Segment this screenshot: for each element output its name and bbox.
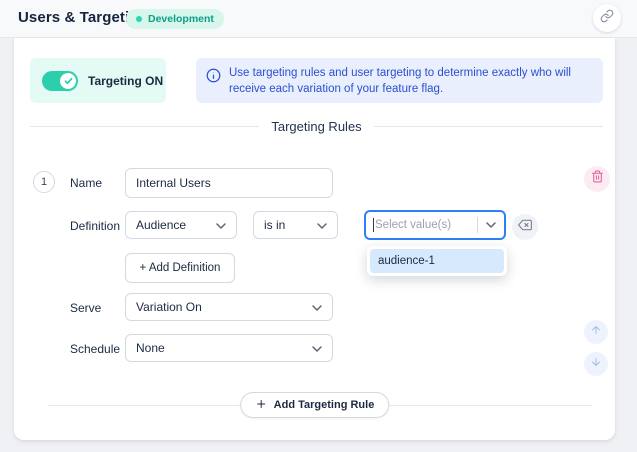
targeting-card: Targeting ON Use targeting rules and use…	[14, 38, 615, 440]
plus-icon	[255, 398, 267, 413]
environment-badge: Development	[126, 9, 224, 29]
move-rule-down-button[interactable]	[584, 352, 608, 376]
copy-link-button[interactable]	[593, 4, 621, 32]
values-dropdown-panel: audience-1	[367, 246, 507, 276]
toggle-knob	[60, 73, 76, 89]
status-dot-icon	[136, 16, 142, 22]
schedule-select[interactable]: None	[125, 334, 333, 362]
attribute-select[interactable]: Audience	[125, 211, 237, 239]
values-multiselect[interactable]: Select value(s)	[364, 210, 506, 240]
info-icon	[206, 68, 221, 96]
rule-name-input[interactable]	[125, 168, 333, 198]
arrow-down-icon	[590, 355, 602, 373]
name-field-label: Name	[70, 176, 102, 190]
targeting-toggle-label: Targeting ON	[88, 74, 163, 88]
serve-select[interactable]: Variation On	[125, 293, 333, 321]
chevron-down-icon	[216, 218, 226, 232]
backspace-clear-icon	[518, 218, 532, 237]
values-placeholder: Select value(s)	[374, 219, 477, 231]
targeting-toggle[interactable]	[42, 71, 78, 91]
arrow-up-icon	[590, 323, 602, 341]
check-icon	[64, 72, 73, 90]
link-icon	[600, 9, 614, 28]
schedule-field-label: Schedule	[70, 342, 120, 356]
dropdown-option-audience-1[interactable]: audience-1	[370, 249, 504, 273]
chevron-down-icon[interactable]	[478, 222, 504, 228]
definition-field-label: Definition	[70, 219, 120, 233]
operator-select-value: is in	[264, 218, 285, 232]
chevron-down-icon	[312, 300, 322, 314]
serve-select-value: Variation On	[136, 300, 202, 314]
info-banner-text: Use targeting rules and user targeting t…	[229, 65, 589, 96]
serve-field-label: Serve	[70, 301, 101, 315]
delete-rule-button[interactable]	[584, 166, 610, 192]
targeting-rules-divider: Targeting Rules	[30, 119, 603, 134]
divider-line-left	[30, 126, 259, 127]
add-definition-button[interactable]: + Add Definition	[125, 253, 235, 283]
users-targeting-page: Users & Targeting Development	[0, 0, 637, 452]
trash-icon	[591, 170, 604, 188]
chevron-down-icon	[317, 218, 327, 232]
operator-select[interactable]: is in	[253, 211, 338, 239]
targeting-toggle-box: Targeting ON	[30, 58, 166, 103]
clear-values-button[interactable]	[512, 214, 538, 240]
divider-line-right	[374, 126, 603, 127]
rule-number-badge: 1	[33, 171, 55, 193]
add-targeting-rule-label: Add Targeting Rule	[274, 399, 375, 411]
targeting-rules-heading: Targeting Rules	[271, 119, 361, 134]
chevron-down-icon	[312, 341, 322, 355]
environment-badge-label: Development	[148, 13, 214, 25]
info-banner: Use targeting rules and user targeting t…	[196, 58, 603, 103]
attribute-select-value: Audience	[136, 218, 186, 232]
add-targeting-rule-button[interactable]: Add Targeting Rule	[240, 392, 390, 418]
schedule-select-value: None	[136, 341, 165, 355]
move-rule-up-button[interactable]	[584, 320, 608, 344]
